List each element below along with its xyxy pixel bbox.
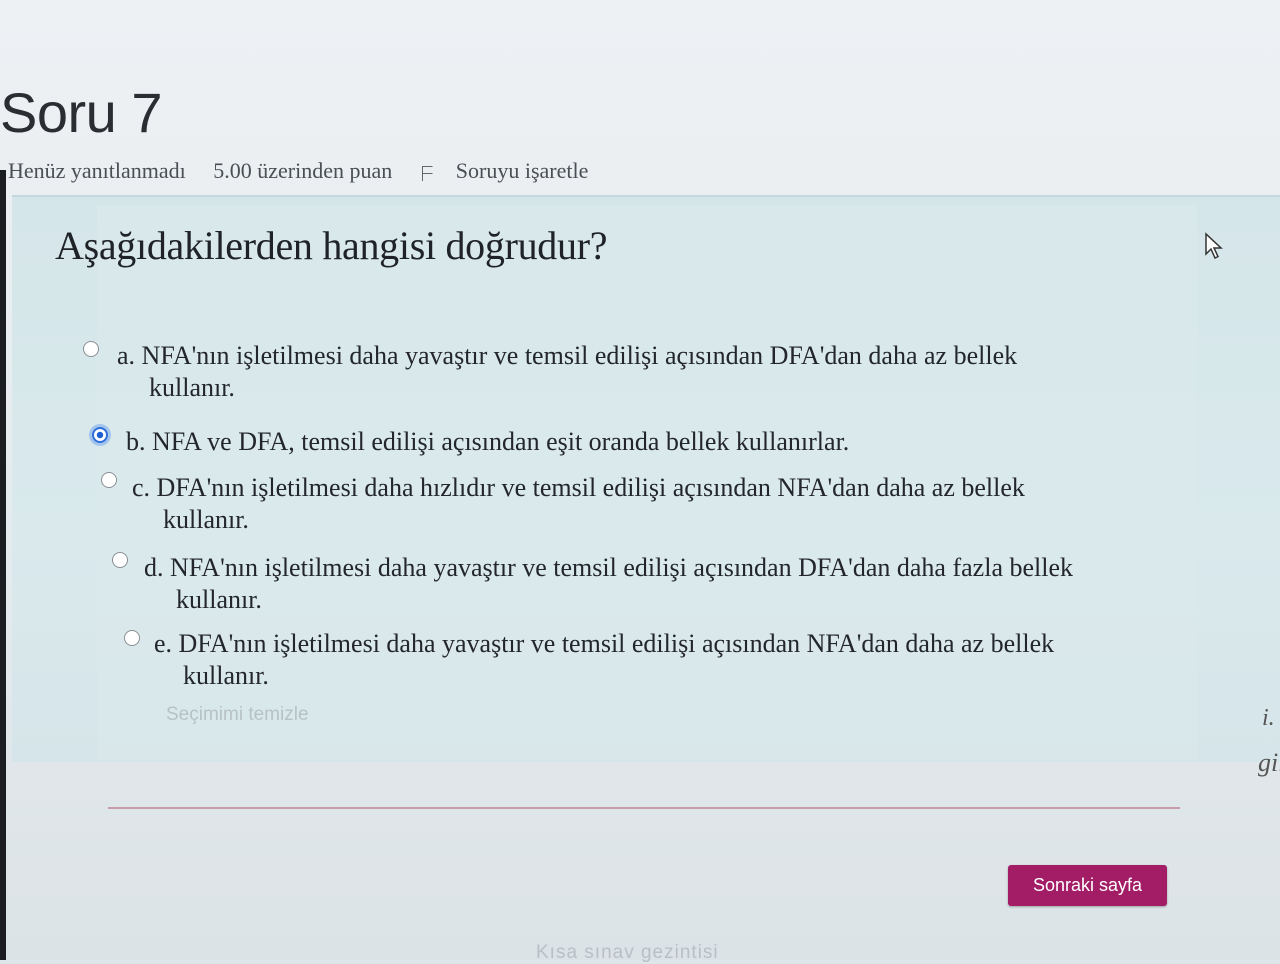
flag-question-label: Soruyu işaretle xyxy=(455,158,589,183)
option-d-text-cont: kullanır. xyxy=(176,585,262,614)
mouse-cursor-icon xyxy=(1205,232,1223,260)
option-e-text: e. DFA'nın işletilmesi daha yavaştır ve … xyxy=(154,629,1055,658)
question-info-row: Henüz yanıtlanmadı 5.00 üzerinden puan S… xyxy=(8,158,632,184)
divider xyxy=(108,807,1180,809)
option-e-text-cont: kullanır. xyxy=(183,661,269,690)
edge-text-fragment-2: gil xyxy=(1258,748,1280,777)
option-a-text-cont: kullanır. xyxy=(149,373,235,402)
option-c-radio[interactable] xyxy=(101,472,117,488)
option-c-text: c. DFA'nın işletilmesi daha hızlıdır ve … xyxy=(132,473,1025,502)
flag-icon xyxy=(420,165,434,181)
option-a-radio[interactable] xyxy=(83,341,99,357)
option-d-radio[interactable] xyxy=(112,552,128,568)
edge-text-fragment: i. xyxy=(1262,705,1275,731)
clear-selection-link[interactable]: Seçimimi temizle xyxy=(166,704,309,726)
option-b-radio[interactable] xyxy=(92,427,108,443)
option-b-text: b. NFA ve DFA, temsil edilişi açısından … xyxy=(126,427,850,456)
monitor-bezel xyxy=(0,170,6,960)
option-e-radio[interactable] xyxy=(124,630,140,646)
option-d[interactable]: d. NFA'nın işletilmesi daha yavaştır ve … xyxy=(144,552,1073,616)
screen: Soru 7 Henüz yanıtlanmadı 5.00 üzerinden… xyxy=(0,0,1280,963)
option-c[interactable]: c. DFA'nın işletilmesi daha hızlıdır ve … xyxy=(132,472,1025,536)
question-text: Aşağıdakilerden hangisi doğrudur? xyxy=(55,223,608,268)
quiz-navigation-title: Kısa sınav gezintisi xyxy=(536,942,719,963)
option-a[interactable]: a. NFA'nın işletilmesi daha yavaştır ve … xyxy=(117,340,1017,404)
answer-status: Henüz yanıtlanmadı xyxy=(8,158,186,183)
flag-question-link[interactable]: Soruyu işaretle xyxy=(420,158,611,183)
question-number-title: Soru 7 xyxy=(0,81,163,144)
option-b[interactable]: b. NFA ve DFA, temsil edilişi açısından … xyxy=(126,426,849,458)
option-a-text: a. NFA'nın işletilmesi daha yavaştır ve … xyxy=(117,341,1018,370)
next-page-button[interactable]: Sonraki sayfa xyxy=(1008,865,1167,906)
points-label: 5.00 üzerinden puan xyxy=(213,158,393,183)
option-c-text-cont: kullanır. xyxy=(163,505,249,534)
option-d-text: d. NFA'nın işletilmesi daha yavaştır ve … xyxy=(144,553,1074,582)
option-e[interactable]: e. DFA'nın işletilmesi daha yavaştır ve … xyxy=(154,628,1054,692)
